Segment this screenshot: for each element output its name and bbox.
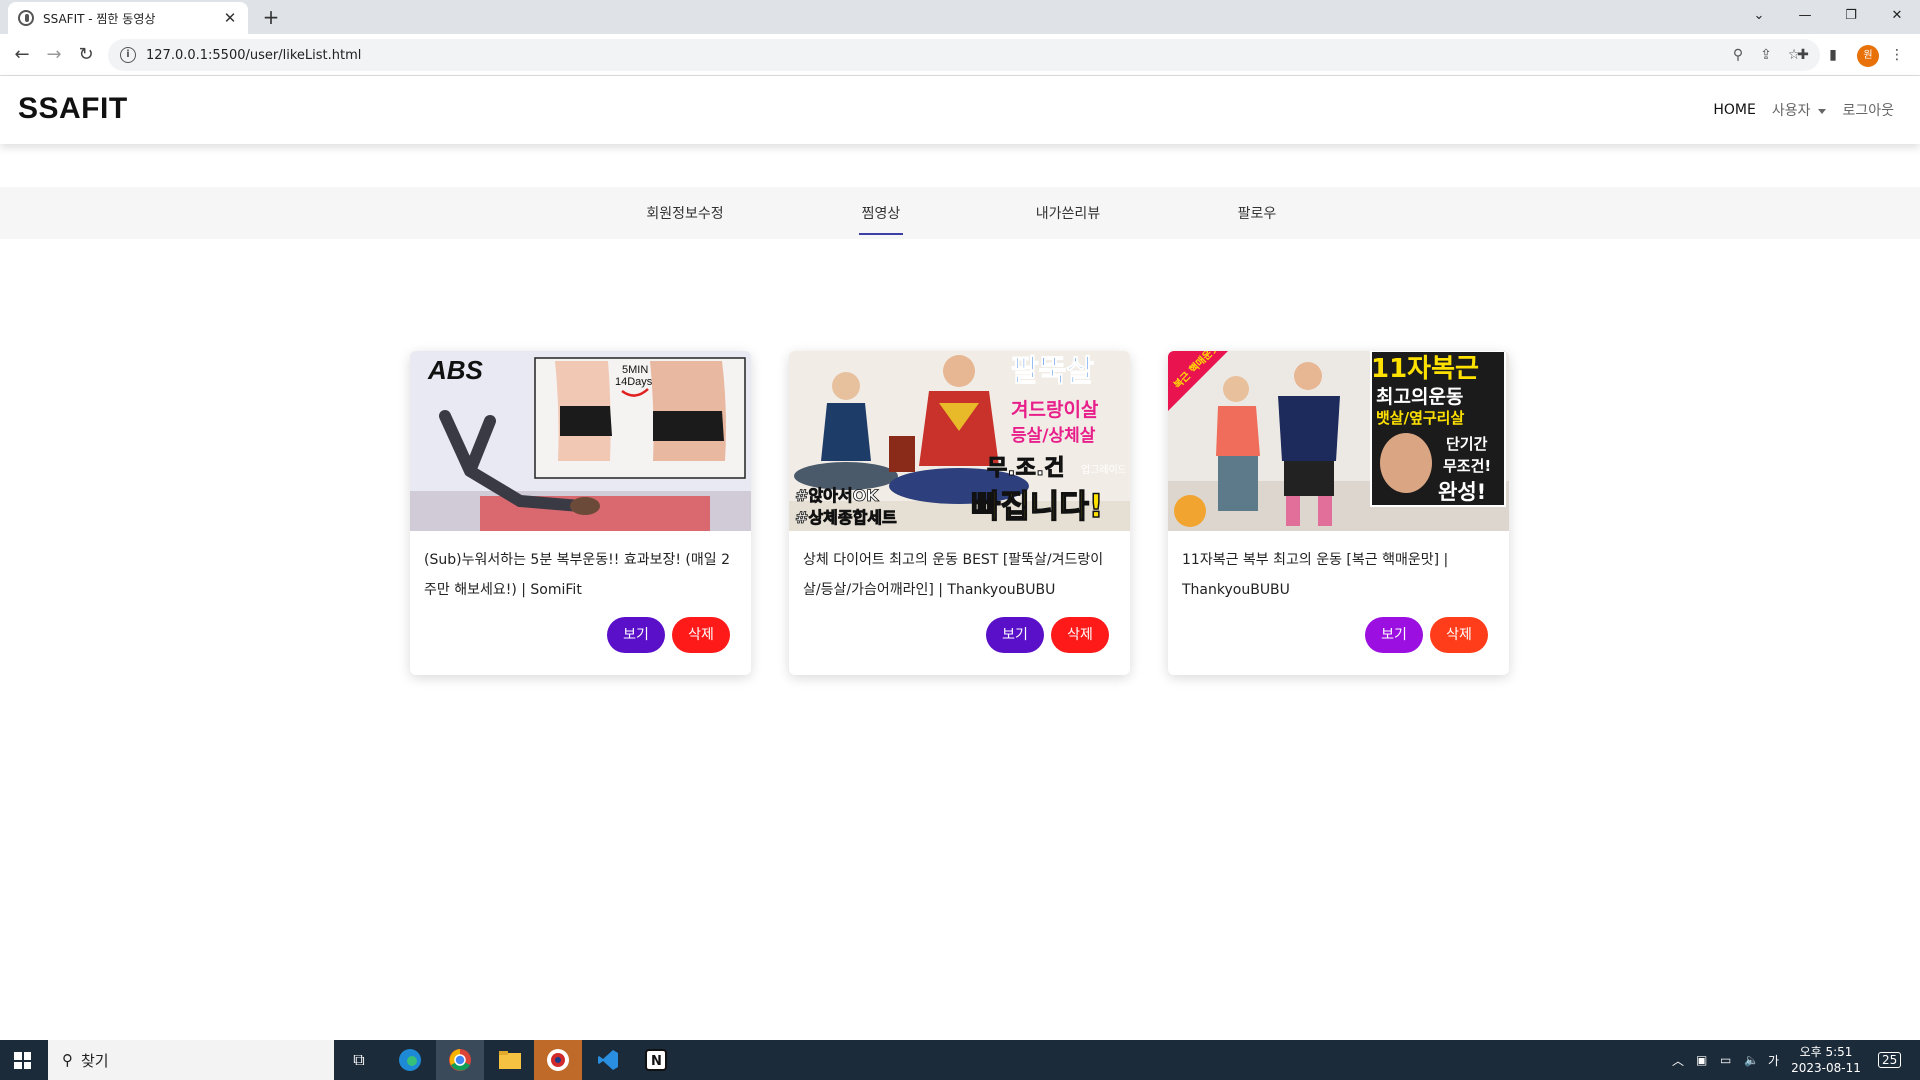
video-thumbnail[interactable]: 팔뚝살 겨드랑이살 등살/상체살 무.조.건 업그레이드 빠집니다! #앉아서O… [789, 351, 1130, 531]
delete-button[interactable]: 삭제 [672, 617, 730, 653]
browser-tab[interactable]: SSAFIT - 찜한 동영상 ✕ [8, 2, 248, 34]
profile-avatar[interactable]: 원 [1857, 45, 1879, 67]
notification-count: 25 [1878, 1052, 1902, 1068]
tab-liked-videos[interactable]: 찜영상 [859, 203, 903, 235]
video-title: (Sub)누워서하는 5분 복부운동!! 효과보장! (매일 2주만 해보세요!… [424, 552, 731, 598]
edge-app-icon[interactable] [386, 1040, 434, 1080]
video-thumbnail[interactable]: 11자복근 최고의운동 뱃살/옆구리살 단기간 무조건! 완성! 복근 핵매운맛 [1168, 351, 1509, 531]
url-text[interactable]: 127.0.0.1:5500/user/likeList.html [146, 48, 1724, 63]
new-tab-icon[interactable]: + [260, 6, 282, 28]
svg-text:N: N [651, 1054, 662, 1069]
mypage-subnav: 회원정보수정 찜영상 내가쓴리뷰 팔로우 [0, 187, 1920, 239]
search-icon: ⚲ [62, 1051, 73, 1069]
browser-toolbar: ← → ↻ i 127.0.0.1:5500/user/likeList.htm… [0, 34, 1920, 76]
share-icon[interactable]: ⇪ [1752, 47, 1780, 63]
thumb-abs-text: ABS [427, 355, 484, 385]
thumb-text-l3: 뱃살/옆구리살 [1376, 409, 1464, 427]
close-window-icon[interactable]: ✕ [1874, 0, 1920, 30]
zoom-icon[interactable]: ⚲ [1724, 47, 1752, 63]
video-card: ABS 5MIN 14Days (Sub)누워서하는 5분 복부운동!! 효과보… [410, 351, 751, 675]
tab-title: SSAFIT - 찜한 동영상 [43, 11, 156, 26]
video-card: 11자복근 최고의운동 뱃살/옆구리살 단기간 무조건! 완성! 복근 핵매운맛… [1168, 351, 1509, 675]
reload-icon[interactable]: ↻ [74, 43, 98, 67]
video-title: 상체 다이어트 최고의 운동 BEST [팔뚝살/겨드랑이살/등살/가슴어깨라인… [803, 552, 1104, 598]
view-button[interactable]: 보기 [1365, 617, 1423, 653]
video-thumbnail[interactable]: ABS 5MIN 14Days [410, 351, 751, 531]
windows-start-icon[interactable] [14, 1052, 31, 1069]
site-info-icon[interactable]: i [120, 47, 136, 63]
minimize-icon[interactable]: — [1782, 0, 1828, 30]
volume-icon[interactable]: 🔈 [1744, 1040, 1759, 1080]
thumb-text-l4: 무.조.건 [987, 456, 1064, 481]
view-button[interactable]: 보기 [986, 617, 1044, 653]
thumb-text-l3: 등살/상체살 [1011, 426, 1096, 446]
delete-button[interactable]: 삭제 [1051, 617, 1109, 653]
caret-down-icon [1818, 108, 1827, 114]
thumb-text-l5: 무조건! [1443, 457, 1491, 475]
thumb-text-l1: 11자복근 [1371, 354, 1479, 384]
chrome-app-icon[interactable] [436, 1040, 484, 1080]
thumb-text-l4: 단기간 [1446, 435, 1488, 453]
nav-home-link[interactable]: HOME [1713, 102, 1755, 118]
thumb-text-l2: 겨드랑이살 [1011, 399, 1099, 421]
thumb-text-b1: #앉아서OK [795, 486, 879, 505]
forward-icon[interactable]: → [42, 43, 66, 67]
side-panel-icon[interactable]: ▮ [1822, 44, 1844, 66]
taskbar-clock[interactable]: 오후 5:51 2023-08-11 [1790, 1044, 1862, 1076]
network-icon[interactable]: ▭ [1720, 1040, 1731, 1080]
windows-taskbar: ⚲ 찾기 ⧉ N ︿ ▣ ▭ 🔈 가 오후 5:51 2023-08-11 25 [0, 1040, 1920, 1080]
thumb-text-b2: #상체종합세트 [795, 508, 897, 527]
thumb-text-l1: 팔뚝살 [1011, 354, 1094, 389]
thumb-badge-line1: 5MIN [622, 364, 648, 376]
header-nav: HOME 사용자 로그아웃 [1713, 100, 1894, 120]
tab-search-icon[interactable]: ⌄ [1736, 0, 1782, 30]
video-card: 팔뚝살 겨드랑이살 등살/상체살 무.조.건 업그레이드 빠집니다! #앉아서O… [789, 351, 1130, 675]
thumb-text-l2: 최고의운동 [1376, 386, 1463, 408]
menu-icon[interactable]: ⋮ [1886, 44, 1908, 66]
taskbar-search-placeholder: 찾기 [81, 1051, 109, 1070]
browser-tab-strip: SSAFIT - 찜한 동영상 ✕ + ⌄ — ❐ ✕ [0, 0, 1920, 34]
nav-user-dropdown[interactable]: 사용자 [1772, 100, 1827, 120]
back-icon[interactable]: ← [10, 43, 34, 67]
site-header: SSAFIT HOME 사용자 로그아웃 [0, 76, 1920, 144]
globe-icon [18, 10, 34, 26]
tab-follow[interactable]: 팔로우 [1235, 203, 1279, 223]
thumb-text-l6: 완성! [1438, 480, 1486, 504]
restore-icon[interactable]: ❐ [1828, 0, 1874, 30]
delete-button[interactable]: 삭제 [1430, 617, 1488, 653]
tab-edit-profile[interactable]: 회원정보수정 [641, 203, 729, 223]
tray-chevron-icon[interactable]: ︿ [1672, 1040, 1684, 1080]
clock-time: 오후 5:51 [1799, 1045, 1853, 1059]
tab-my-reviews[interactable]: 내가쓴리뷰 [1032, 203, 1104, 223]
notion-app-icon[interactable]: N [632, 1040, 680, 1080]
tray-app-icon[interactable]: ▣ [1696, 1040, 1707, 1080]
close-tab-icon[interactable]: ✕ [222, 9, 238, 27]
nav-logout-link[interactable]: 로그아웃 [1842, 100, 1894, 120]
notification-center-icon[interactable]: 25 [1878, 1040, 1902, 1080]
taskbar-search[interactable]: ⚲ 찾기 [48, 1040, 334, 1080]
task-view-icon[interactable]: ⧉ [335, 1040, 383, 1080]
vscode-app-icon[interactable] [584, 1040, 632, 1080]
file-explorer-icon[interactable] [486, 1040, 534, 1080]
view-button[interactable]: 보기 [607, 617, 665, 653]
extensions-icon[interactable]: ✚ [1792, 44, 1814, 66]
address-bar[interactable]: i 127.0.0.1:5500/user/likeList.html ⚲ ⇪ … [108, 39, 1820, 71]
thumb-text-l5: 빠집니다! [971, 487, 1103, 525]
thumb-text-tag: 업그레이드 [1081, 463, 1127, 476]
ime-indicator[interactable]: 가 [1768, 1040, 1779, 1080]
clock-date: 2023-08-11 [1791, 1061, 1861, 1075]
video-title: 11자복근 복부 최고의 운동 [복근 핵매운맛] | ThankyouBUBU [1182, 552, 1449, 598]
nav-user-label: 사용자 [1771, 103, 1811, 119]
thumb-badge-line2: 14Days [615, 376, 653, 388]
site-logo[interactable]: SSAFIT [18, 92, 128, 126]
app-icon[interactable] [534, 1040, 582, 1080]
